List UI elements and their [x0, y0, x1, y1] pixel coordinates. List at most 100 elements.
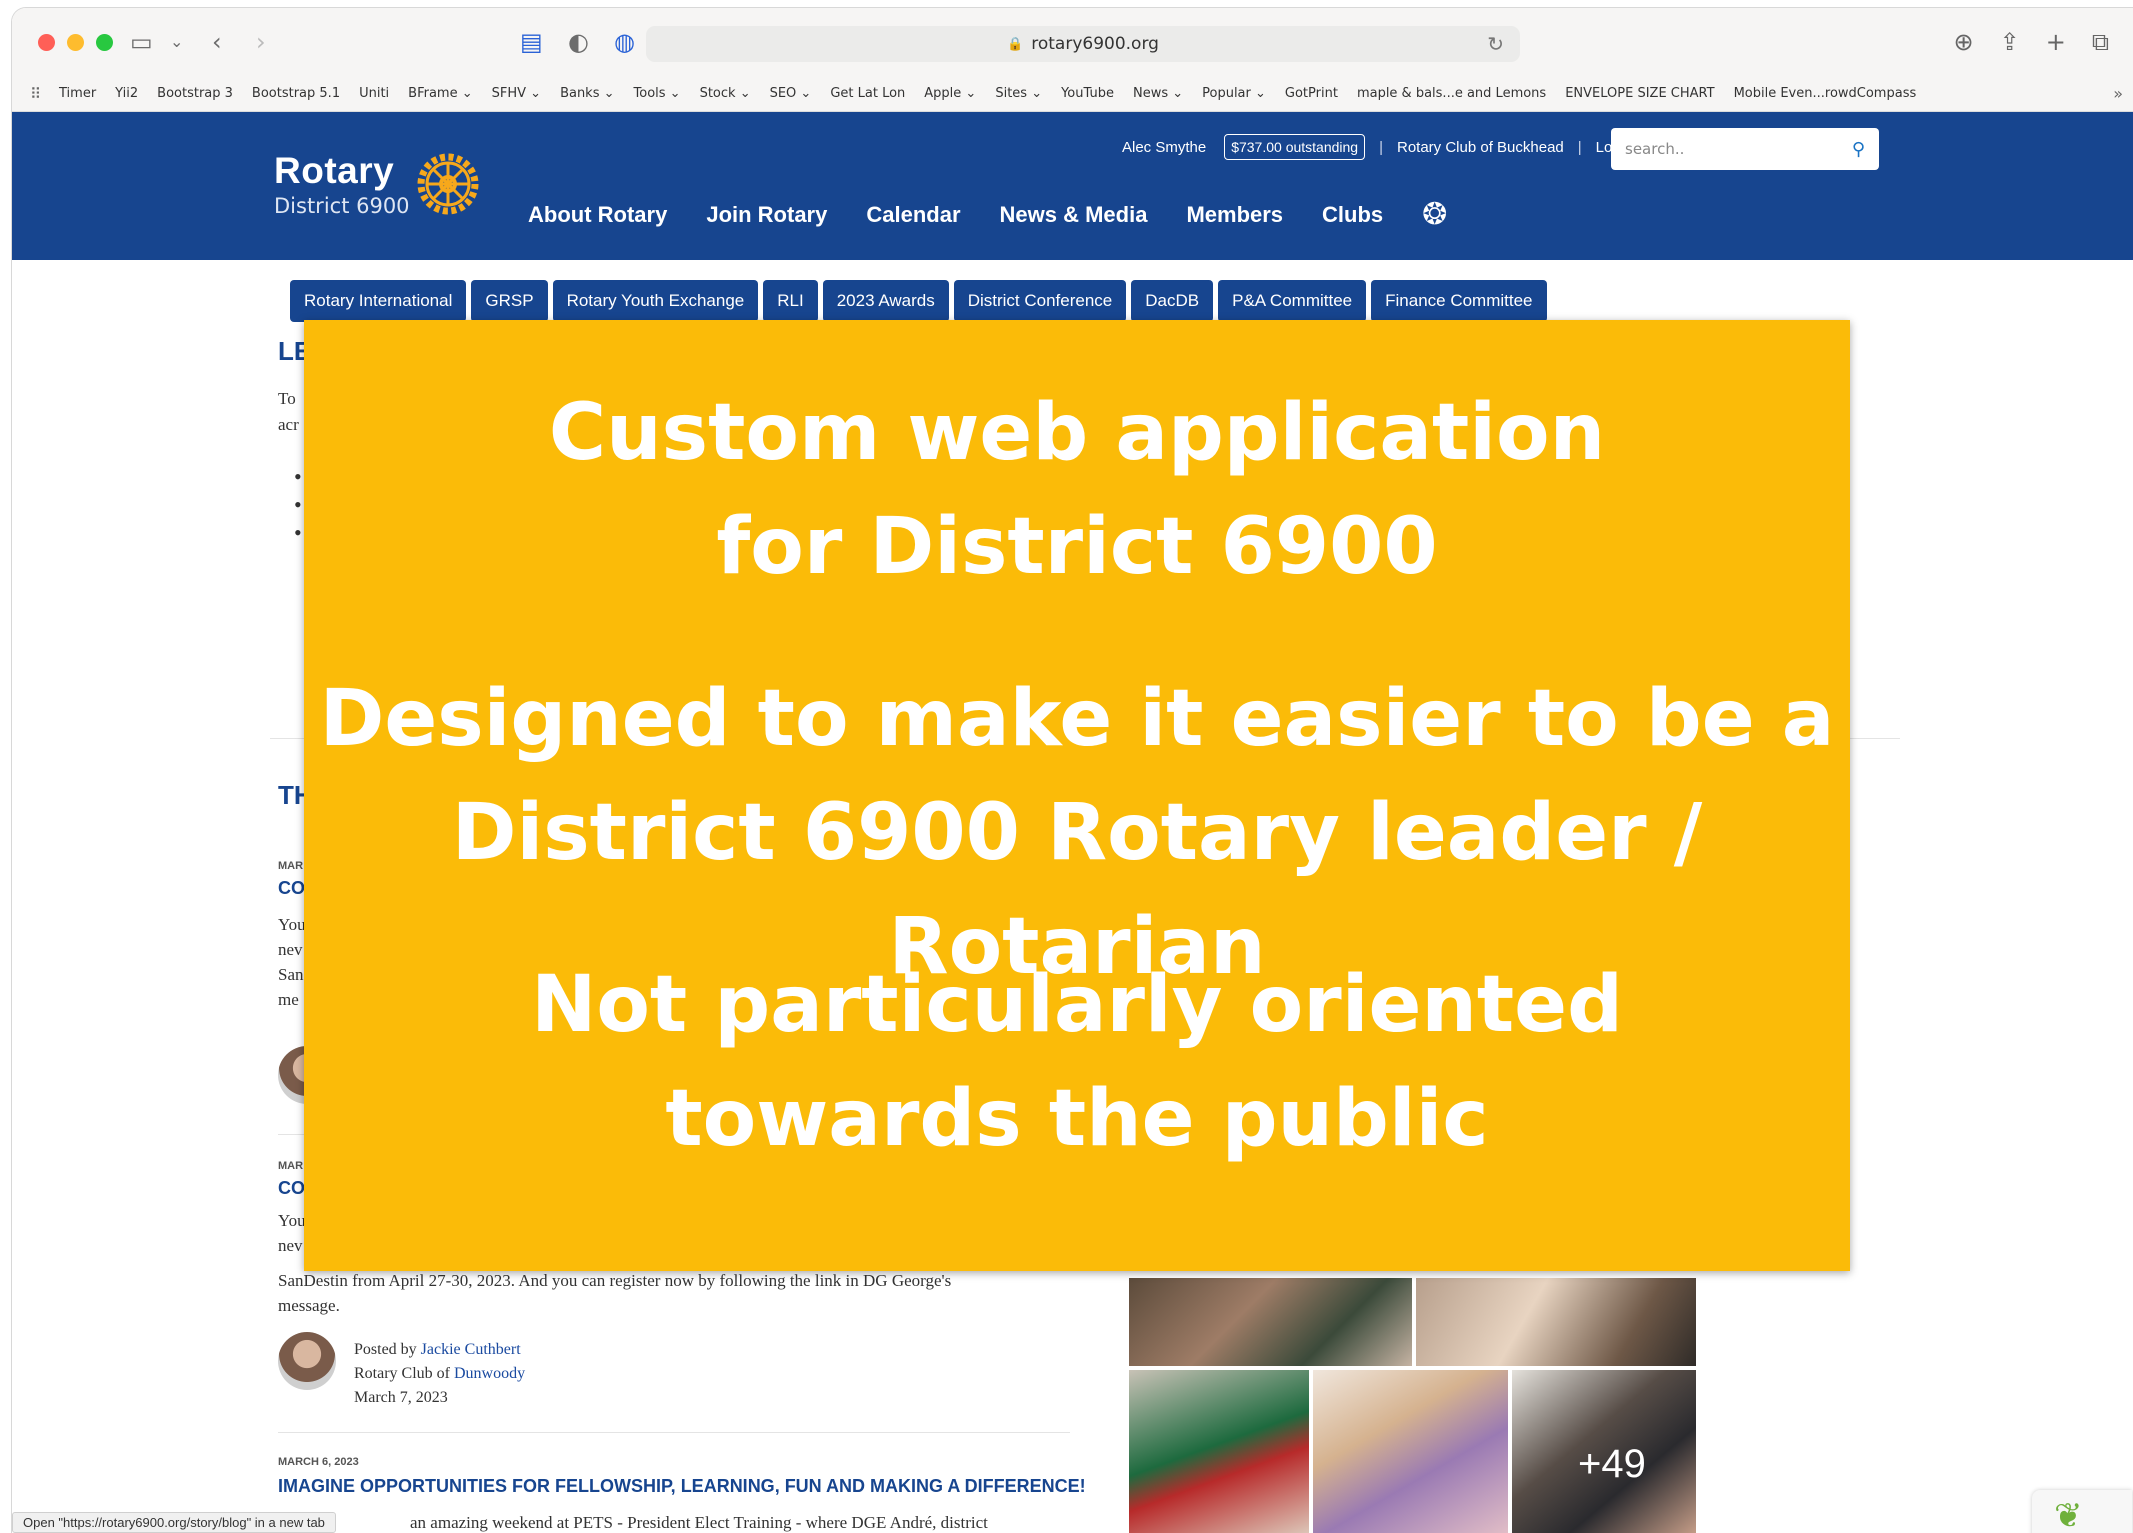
outstanding-balance-badge[interactable]: $737.00 outstanding: [1224, 134, 1366, 160]
nav-members[interactable]: Members: [1186, 202, 1283, 228]
bullet: •: [294, 520, 302, 545]
story-title[interactable]: CO: [278, 878, 305, 899]
bookmark-item[interactable]: Stock ⌄: [700, 86, 751, 101]
gallery-photo[interactable]: [1313, 1370, 1508, 1533]
club-label: Rotary Club of: [354, 1365, 450, 1382]
toolbar-right: ⊕ ⇪ + ⧉: [1954, 28, 2109, 56]
address-text: rotary6900.org: [1031, 34, 1159, 54]
browser-titlebar: ▭ ⌄ ‹ › ▤ ◐ ◍ 🔒 rotary6900.org ↻ ⊕ ⇪ + ⧉: [12, 8, 2133, 76]
bullet: •: [294, 492, 302, 517]
browser-status-bar: Open "https://rotary6900.org/story/blog"…: [12, 1512, 336, 1533]
bookmark-item[interactable]: Bootstrap 5.1: [252, 86, 340, 101]
bookmark-item[interactable]: Timer: [59, 86, 96, 101]
nav-calendar[interactable]: Calendar: [866, 202, 960, 228]
main-nav: About Rotary Join Rotary Calendar News &…: [528, 200, 1447, 230]
club-name-link[interactable]: Rotary Club of Buckhead: [1397, 139, 1564, 156]
bookmark-item[interactable]: SEO ⌄: [770, 86, 812, 101]
more-photos-count[interactable]: +49: [1578, 1442, 1646, 1487]
sidebar-toggle-icon[interactable]: ▭: [130, 28, 153, 56]
more-bookmarks-icon[interactable]: »: [2113, 84, 2123, 103]
overlay-line: for District 6900: [716, 502, 1438, 592]
tab-district-conference[interactable]: District Conference: [953, 280, 1127, 322]
site-logo[interactable]: Rotary District 6900: [274, 150, 410, 218]
grid-icon[interactable]: ⠿: [30, 85, 41, 103]
user-name-link[interactable]: Alec Smythe: [1122, 139, 1206, 156]
posted-by-label: Posted by: [354, 1341, 417, 1358]
bookmark-item[interactable]: SFHV ⌄: [492, 86, 541, 101]
search-input[interactable]: [1625, 140, 1852, 158]
avatar: [278, 1332, 336, 1390]
shield-icon[interactable]: ◐: [568, 28, 589, 56]
overlay-line: Not particularly oriented: [531, 960, 1623, 1050]
nav-clubs[interactable]: Clubs: [1322, 202, 1383, 228]
nav-about-rotary[interactable]: About Rotary: [528, 202, 667, 228]
password-extension-icon[interactable]: ◍: [614, 28, 635, 56]
site-search: ⚲: [1611, 128, 1879, 170]
sub-navigation: Rotary International GRSP Rotary Youth E…: [290, 280, 1547, 322]
story-text: You: [278, 1211, 306, 1230]
bookmark-item[interactable]: Sites ⌄: [995, 86, 1042, 101]
club-link[interactable]: Dunwoody: [454, 1365, 525, 1382]
overlay-line: Custom web application: [548, 388, 1606, 478]
chat-widget[interactable]: ❦: [2032, 1490, 2132, 1533]
zoom-window-button[interactable]: [96, 34, 113, 51]
reload-icon[interactable]: ↻: [1487, 32, 1504, 56]
back-icon[interactable]: ‹: [212, 28, 222, 56]
tab-grsp[interactable]: GRSP: [471, 280, 548, 322]
gallery-photo[interactable]: [1129, 1370, 1309, 1533]
story-text: SanDestin from April 27-30, 2023. And yo…: [278, 1271, 952, 1290]
chevron-down-icon[interactable]: ⌄: [170, 28, 183, 56]
lock-icon: 🔒: [1007, 36, 1024, 52]
story-text: nev: [278, 1236, 303, 1255]
tab-rotary-youth-exchange[interactable]: Rotary Youth Exchange: [552, 280, 759, 322]
story-title[interactable]: IMAGINE OPPORTUNITIES FOR FELLOWSHIP, LE…: [278, 1476, 1086, 1497]
story-text: San: [278, 965, 304, 984]
bookmark-item[interactable]: Banks ⌄: [560, 86, 614, 101]
separator: |: [1379, 138, 1383, 156]
bookmark-item[interactable]: ENVELOPE SIZE CHART: [1565, 86, 1714, 101]
bookmark-item[interactable]: YouTube: [1061, 86, 1114, 101]
new-tab-icon[interactable]: +: [2046, 28, 2066, 56]
tab-dacdb[interactable]: DacDB: [1131, 280, 1214, 322]
gallery-photo[interactable]: [1416, 1278, 1696, 1366]
tab-2023-awards[interactable]: 2023 Awards: [822, 280, 949, 322]
download-icon[interactable]: ⊕: [1954, 28, 1974, 56]
bookmark-item[interactable]: Tools ⌄: [634, 86, 681, 101]
reader-extension-icon[interactable]: ▤: [520, 28, 543, 56]
nav-news-media[interactable]: News & Media: [1000, 202, 1148, 228]
bookmark-item[interactable]: Mobile Even...rowdCompass: [1734, 86, 1917, 101]
bookmark-item[interactable]: BFrame ⌄: [408, 86, 472, 101]
forward-icon[interactable]: ›: [256, 28, 266, 56]
share-icon[interactable]: ⇪: [2000, 28, 2020, 56]
address-bar[interactable]: 🔒 rotary6900.org ↻: [646, 26, 1520, 62]
overlay-line: Designed to make it easier to be a: [319, 674, 1835, 764]
gallery-photo[interactable]: [1129, 1278, 1412, 1366]
bookmark-item[interactable]: Bootstrap 3: [157, 86, 233, 101]
tab-overview-icon[interactable]: ⧉: [2092, 28, 2109, 56]
rotary-wheel-icon: [417, 153, 479, 215]
bookmark-item[interactable]: maple & bals...e and Lemons: [1357, 86, 1546, 101]
story-title[interactable]: CO: [278, 1178, 305, 1199]
tab-pa-committee[interactable]: P&A Committee: [1218, 280, 1367, 322]
bookmark-item[interactable]: Get Lat Lon: [830, 86, 905, 101]
bookmark-item[interactable]: Apple ⌄: [924, 86, 976, 101]
rotary-wheel-menu-icon[interactable]: ❂: [1422, 200, 1447, 230]
bookmark-item[interactable]: News ⌄: [1133, 86, 1183, 101]
story-text: message.: [278, 1296, 340, 1315]
nav-join-rotary[interactable]: Join Rotary: [706, 202, 827, 228]
story-date: MAR: [278, 1160, 304, 1172]
bookmark-item[interactable]: Yii2: [115, 86, 138, 101]
minimize-window-button[interactable]: [67, 34, 84, 51]
tab-rotary-international[interactable]: Rotary International: [290, 280, 467, 322]
author-link[interactable]: Jackie Cuthbert: [421, 1341, 521, 1358]
search-icon[interactable]: ⚲: [1852, 139, 1865, 160]
bookmark-item[interactable]: Popular ⌄: [1202, 86, 1266, 101]
tab-finance-committee[interactable]: Finance Committee: [1371, 280, 1547, 322]
tab-rli[interactable]: RLI: [763, 280, 818, 322]
bookmark-item[interactable]: Uniti: [359, 86, 389, 101]
close-window-button[interactable]: [38, 34, 55, 51]
bookmark-item[interactable]: GotPrint: [1285, 86, 1338, 101]
post-date: March 7, 2023: [354, 1389, 448, 1406]
intro-text: To: [278, 389, 296, 408]
story-text: nev: [278, 940, 303, 959]
